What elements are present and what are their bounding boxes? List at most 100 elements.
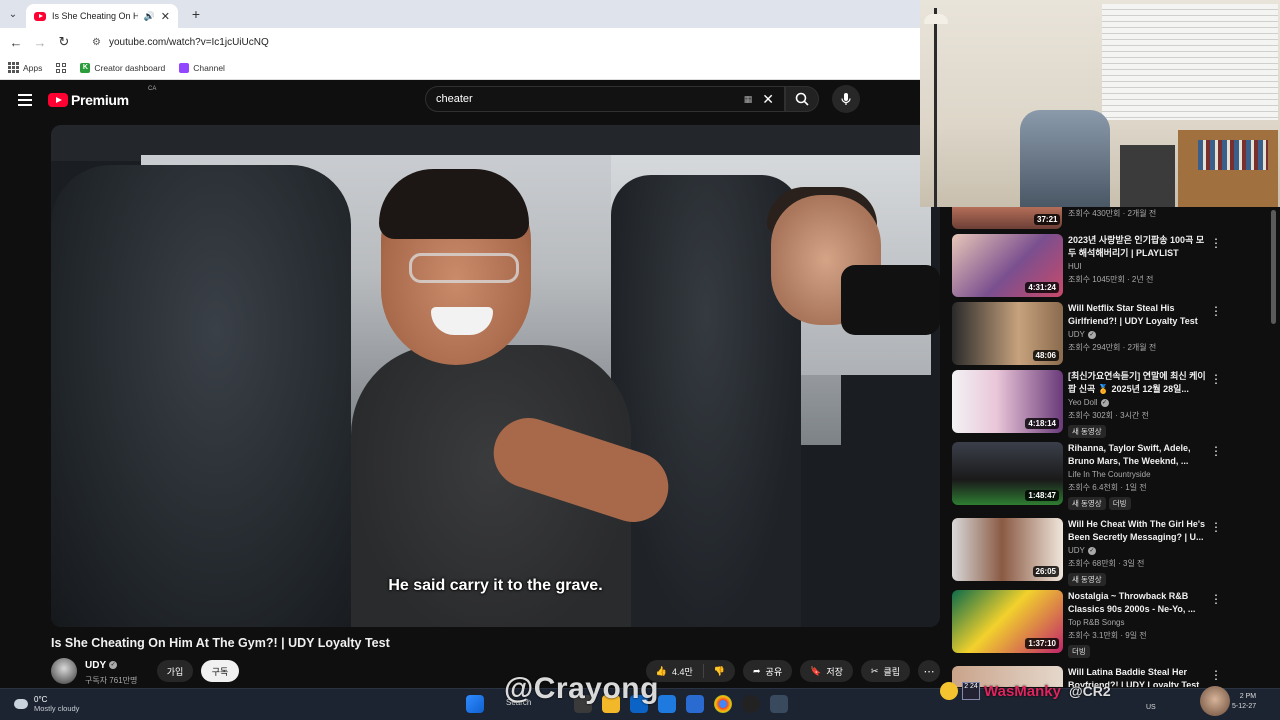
recommendation-title[interactable]: 2023년 사랑받은 인기팝송 100곡 모두 해석해버리기 | PLAYLIS… — [1068, 234, 1208, 259]
recommendation-title[interactable]: [최신가요연속듣기] 연말에 최신 케이팝 신곡 🏅 2025년 12월 28일… — [1068, 370, 1208, 395]
recommendation-channel[interactable]: HUI — [1068, 262, 1208, 271]
twitch-logo-icon — [179, 62, 190, 73]
video-frame-camera — [841, 265, 940, 335]
webcam-lamp — [924, 14, 948, 24]
youtube-logo[interactable]: Premium CA — [48, 86, 156, 108]
mail-icon[interactable] — [686, 695, 704, 713]
bookmark-channel[interactable]: Channel — [179, 62, 225, 73]
recommendation-meta: 조회수 68만회 · 3일 전 — [1068, 559, 1145, 568]
save-button[interactable]: 🔖 저장 — [800, 660, 853, 682]
recommendation-item[interactable]: 4:31:24 2023년 사랑받은 인기팝송 100곡 모두 해석해버리기 |… — [952, 234, 1272, 298]
recommendation-item[interactable]: 26:05 Will He Cheat With The Girl He's B… — [952, 518, 1272, 586]
clip-button[interactable]: ✂ 클립 — [860, 660, 910, 682]
recommendation-title[interactable]: Rihanna, Taylor Swift, Adele, Bruno Mars… — [1068, 442, 1208, 467]
recommendation-thumbnail[interactable]: 26:05 — [952, 518, 1063, 581]
site-info-icon[interactable]: ⚙ — [92, 37, 101, 48]
video-meta: 조회수 430만회 · 2개월 전 — [1068, 209, 1157, 218]
search-button[interactable] — [785, 86, 819, 112]
dubbed-badge: 더빙 — [1108, 497, 1131, 510]
search-query: cheater — [436, 93, 473, 105]
more-vertical-icon[interactable]: ⋮ — [1210, 444, 1222, 458]
new-tab-button[interactable]: + — [184, 6, 208, 22]
channel-avatar[interactable] — [51, 658, 77, 684]
streamer-name: WasManky — [984, 682, 1061, 700]
recommendation-channel[interactable]: Life In The Countryside — [1068, 470, 1208, 479]
windows-start-icon[interactable] — [466, 695, 484, 713]
recommendation-item[interactable]: 1:48:47 Rihanna, Taylor Swift, Adele, Br… — [952, 442, 1272, 510]
url-text: youtube.com/watch?v=Ic1jcUiUcNQ — [108, 36, 269, 48]
more-vertical-icon[interactable]: ⋮ — [1210, 304, 1222, 318]
logo-text: Premium — [71, 92, 129, 108]
webcam-chair — [1020, 110, 1110, 207]
browser-tab-strip: ⌄ Is She Cheating On Him At 🔊 ✕ + — [0, 0, 920, 28]
join-button[interactable]: 가입 — [157, 660, 193, 682]
video-duration: 4:18:14 — [1025, 418, 1059, 429]
recommendation-meta: 조회수 294만회 · 2개월 전 — [1068, 343, 1157, 352]
sidebar-scrollbar[interactable] — [1271, 210, 1276, 324]
emote-icon — [940, 682, 958, 700]
chrome-icon[interactable] — [714, 695, 732, 713]
recommendation-channel[interactable]: UDY ✓ — [1068, 546, 1208, 555]
search-input[interactable]: cheater ▦ ✕ — [425, 86, 785, 112]
recommendation-title[interactable]: Will Netflix Star Steal His Girlfriend?!… — [1068, 302, 1208, 327]
voice-search-button[interactable] — [832, 85, 860, 113]
tab-search-icon[interactable]: ⌄ — [0, 0, 26, 28]
app-icon[interactable] — [770, 695, 788, 713]
speaker-icon[interactable]: 🔊 — [144, 11, 155, 22]
recommendation-thumbnail[interactable]: 48:06 — [952, 302, 1063, 365]
recommendation-item[interactable]: 1:37:10 Nostalgia ~ Throwback R&B Classi… — [952, 590, 1272, 658]
recommendation-meta: 조회수 6.4천회 · 1일 전 — [1068, 483, 1147, 492]
recommendation-title[interactable]: Will He Cheat With The Girl He's Been Se… — [1068, 518, 1208, 543]
more-vertical-icon[interactable]: ⋮ — [1210, 668, 1222, 682]
reload-icon[interactable]: ↻ — [52, 34, 76, 50]
weather-condition: Mostly cloudy — [34, 704, 80, 713]
recommendation-channel[interactable]: Top R&B Songs — [1068, 618, 1208, 627]
recommendation-thumbnail[interactable]: 4:18:14 — [952, 370, 1063, 433]
recommendation-meta: 조회수 302회 · 3시간 전 — [1068, 411, 1149, 420]
verified-icon: ✓ — [1100, 398, 1109, 407]
recommendation-meta: 조회수 3.1만회 · 9일 전 — [1068, 631, 1147, 640]
recommendation-channel[interactable]: Yeo Doll ✓ — [1068, 398, 1208, 407]
recommendation-item[interactable]: 48:06 Will Netflix Star Steal His Girlfr… — [952, 302, 1272, 366]
recommendation-title[interactable]: Nostalgia ~ Throwback R&B Classics 90s 2… — [1068, 590, 1208, 615]
browser-toolbar: ← → ↻ ⚙ youtube.com/watch?v=Ic1jcUiUcNQ — [0, 28, 920, 56]
more-vertical-icon[interactable]: ⋮ — [1210, 372, 1222, 386]
recommendation-thumbnail[interactable]: 1:37:10 — [952, 590, 1063, 653]
recommendation-item[interactable]: 4:18:14 [최신가요연속듣기] 연말에 최신 케이팝 신곡 🏅 2025년… — [952, 370, 1272, 438]
more-actions-button[interactable]: ⋯ — [918, 660, 940, 682]
bookmark-apps[interactable]: Apps — [8, 62, 42, 73]
recommendation-thumbnail[interactable]: 4:31:24 — [952, 234, 1063, 297]
clear-search-icon[interactable]: ✕ — [762, 91, 774, 108]
recommendation-thumbnail[interactable]: 1:48:47 — [952, 442, 1063, 505]
share-icon: ➦ — [753, 665, 761, 676]
share-label: 공유 — [765, 666, 783, 677]
dubbed-badge: 더빙 — [1068, 645, 1090, 658]
subscribe-button[interactable]: 구독 — [201, 660, 239, 682]
dislike-button[interactable]: 👎 — [704, 660, 735, 682]
bookmark-creator-dashboard[interactable]: K Creator dashboard — [80, 62, 166, 73]
store-icon[interactable] — [658, 695, 676, 713]
more-vertical-icon[interactable]: ⋮ — [1210, 592, 1222, 606]
bookmark-label: Creator dashboard — [94, 62, 166, 73]
share-button[interactable]: ➦ 공유 — [743, 660, 793, 682]
more-vertical-icon[interactable]: ⋮ — [1210, 520, 1222, 534]
more-vertical-icon[interactable]: ⋮ — [1210, 236, 1222, 250]
language-indicator[interactable]: US — [1146, 704, 1156, 711]
obs-icon[interactable] — [742, 695, 760, 713]
region-code: CA — [148, 86, 157, 92]
back-arrow-icon[interactable]: ← — [4, 35, 28, 50]
keyboard-icon[interactable]: ▦ — [744, 94, 753, 105]
tab-close-icon[interactable]: ✕ — [161, 10, 170, 23]
screen: ⌄ Is She Cheating On Him At 🔊 ✕ + ← → ↻ … — [0, 0, 1280, 720]
bookmark-tab-groups[interactable] — [56, 62, 67, 73]
video-player[interactable]: He said carry it to the grave. — [51, 125, 940, 627]
menu-icon[interactable] — [18, 94, 32, 106]
channel-name[interactable]: UDY ✓ — [85, 660, 118, 671]
forward-arrow-icon[interactable]: → — [28, 35, 52, 50]
browser-tab-active[interactable]: Is She Cheating On Him At 🔊 ✕ — [26, 4, 178, 28]
address-bar[interactable]: ⚙ youtube.com/watch?v=Ic1jcUiUcNQ — [84, 31, 904, 53]
new-video-badge: 새 동영상 — [1068, 425, 1106, 438]
weather-widget[interactable]: 0°C Mostly cloudy — [14, 695, 79, 713]
system-clock[interactable]: 2 PM 5-12-27 — [1232, 692, 1256, 712]
recommendation-channel[interactable]: UDY ✓ — [1068, 330, 1208, 339]
